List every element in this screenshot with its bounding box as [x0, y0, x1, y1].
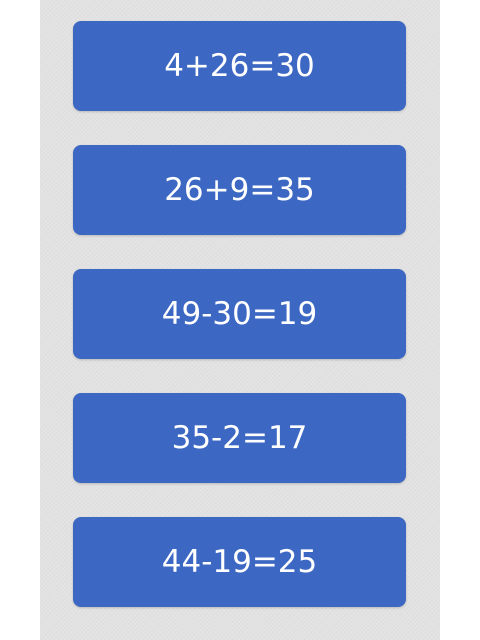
app-column: 4+26=30 26+9=35 49-30=19 35-2=17 44-19=2…: [40, 0, 440, 640]
equation-button-4[interactable]: 35-2=17: [73, 393, 406, 483]
equation-button-3[interactable]: 49-30=19: [73, 269, 406, 359]
equation-button-2[interactable]: 26+9=35: [73, 145, 406, 235]
equation-list: 4+26=30 26+9=35 49-30=19 35-2=17 44-19=2…: [73, 21, 406, 607]
equation-button-1[interactable]: 4+26=30: [73, 21, 406, 111]
equation-button-5[interactable]: 44-19=25: [73, 517, 406, 607]
